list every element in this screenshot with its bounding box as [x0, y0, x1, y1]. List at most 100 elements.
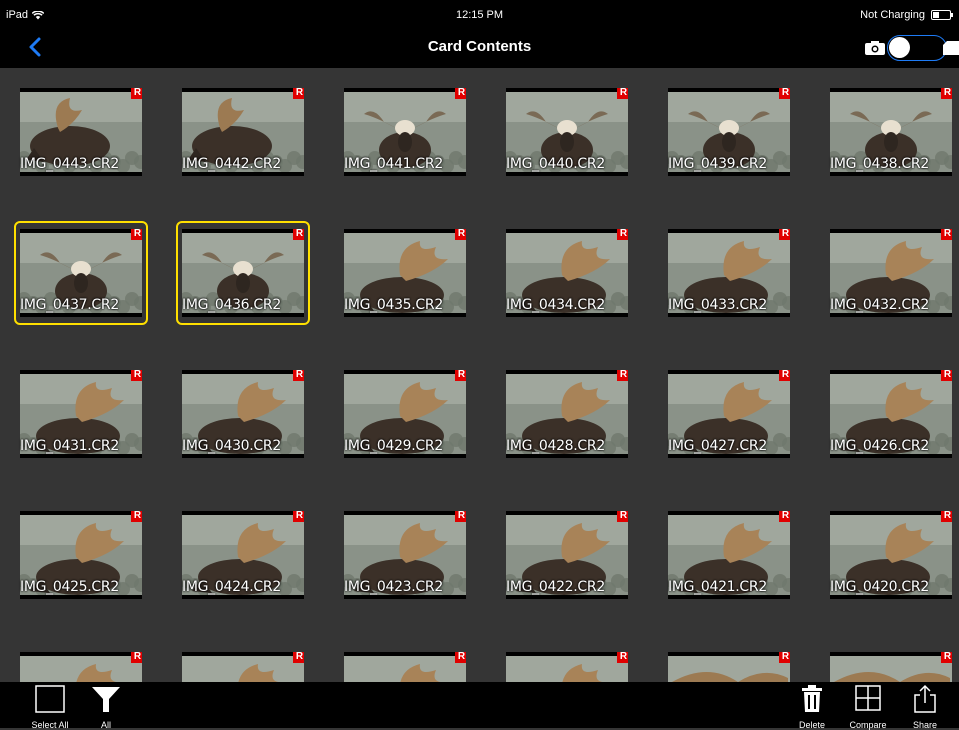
thumbnail-item[interactable]: R IMG_0430.CR2: [178, 364, 308, 464]
share-label: Share: [912, 720, 938, 730]
thumbnail-image: R: [668, 652, 790, 682]
raw-badge: R: [617, 511, 628, 522]
file-name: IMG_0428.CR2: [506, 438, 605, 454]
file-name: IMG_0430.CR2: [182, 438, 281, 454]
file-name: IMG_0442.CR2: [182, 156, 281, 172]
thumbnail-item[interactable]: R: [340, 646, 470, 682]
page-title: Card Contents: [427, 38, 532, 55]
raw-badge: R: [455, 370, 466, 381]
file-name: IMG_0423.CR2: [344, 579, 443, 595]
raw-badge: R: [293, 88, 304, 99]
file-name: IMG_0441.CR2: [344, 156, 443, 172]
thumbnail-item[interactable]: R: [178, 646, 308, 682]
file-name: IMG_0443.CR2: [20, 156, 119, 172]
nav-bar: Card Contents: [0, 28, 959, 68]
thumbnail-item[interactable]: R IMG_0439.CR2: [664, 82, 794, 182]
camera-icon: [865, 41, 885, 55]
trash-icon: [802, 685, 822, 712]
clock: 12:15 PM: [455, 9, 504, 21]
thumbnail-item[interactable]: R IMG_0429.CR2: [340, 364, 470, 464]
thumbnail-item[interactable]: R: [826, 646, 956, 682]
thumbnail-item[interactable]: R IMG_0431.CR2: [16, 364, 146, 464]
filter-label: All: [100, 720, 111, 730]
thumbnail-item[interactable]: R IMG_0425.CR2: [16, 505, 146, 605]
file-name: IMG_0425.CR2: [20, 579, 119, 595]
thumbnail-item[interactable]: R: [664, 646, 794, 682]
raw-badge: R: [617, 370, 628, 381]
delete-button[interactable]: Delete: [792, 684, 832, 730]
thumbnail-item[interactable]: R IMG_0435.CR2: [340, 223, 470, 323]
thumbnail-item[interactable]: R IMG_0424.CR2: [178, 505, 308, 605]
raw-badge: R: [779, 511, 790, 522]
raw-badge: R: [779, 229, 790, 240]
thumbnail-image: R: [506, 652, 628, 682]
raw-badge: R: [941, 229, 952, 240]
thumbnail-item[interactable]: R IMG_0422.CR2: [502, 505, 632, 605]
thumbnail-item[interactable]: R IMG_0427.CR2: [664, 364, 794, 464]
share-button[interactable]: Share: [905, 684, 945, 730]
thumbnail-item[interactable]: R IMG_0432.CR2: [826, 223, 956, 323]
thumbnail-image: R: [182, 652, 304, 682]
file-name: IMG_0431.CR2: [20, 438, 119, 454]
file-name: IMG_0421.CR2: [668, 579, 767, 595]
mode-toggle[interactable]: [887, 35, 947, 61]
thumbnail-item[interactable]: R IMG_0423.CR2: [340, 505, 470, 605]
compare-button[interactable]: Compare: [843, 684, 893, 730]
select-all-label: Select All: [31, 720, 69, 730]
compare-grid-icon: [855, 685, 881, 711]
checkbox-icon: [35, 685, 65, 713]
share-icon: [914, 684, 936, 713]
thumbnail-item[interactable]: R IMG_0436.CR2: [176, 221, 310, 325]
battery-icon: [931, 10, 953, 20]
thumbnail-item[interactable]: R: [502, 646, 632, 682]
bottom-toolbar: Select All All Delete Compare Share: [0, 682, 959, 730]
raw-badge: R: [293, 652, 304, 663]
raw-badge: R: [779, 88, 790, 99]
raw-badge: R: [617, 88, 628, 99]
raw-badge: R: [779, 652, 790, 663]
thumbnail-item[interactable]: R IMG_0441.CR2: [340, 82, 470, 182]
select-all-button[interactable]: Select All: [26, 684, 74, 730]
thumbnail-item[interactable]: R IMG_0428.CR2: [502, 364, 632, 464]
thumbnail-item[interactable]: R IMG_0443.CR2: [16, 82, 146, 182]
raw-badge: R: [779, 370, 790, 381]
filter-button[interactable]: All: [88, 684, 124, 730]
file-name: IMG_0437.CR2: [20, 297, 119, 313]
charging-status: Not Charging: [860, 9, 925, 21]
raw-badge: R: [131, 88, 142, 99]
file-name: IMG_0435.CR2: [344, 297, 443, 313]
status-bar: iPad 12:15 PM Not Charging: [0, 0, 959, 28]
thumbnail-item[interactable]: R IMG_0420.CR2: [826, 505, 956, 605]
raw-badge: R: [941, 370, 952, 381]
delete-label: Delete: [798, 720, 825, 730]
thumbnail-image: R: [344, 652, 466, 682]
thumbnail-item[interactable]: R IMG_0433.CR2: [664, 223, 794, 323]
raw-badge: R: [941, 511, 952, 522]
raw-badge: R: [941, 652, 952, 663]
camera-card-mode-switch[interactable]: [859, 34, 959, 62]
thumbnail-item[interactable]: R: [16, 646, 146, 682]
file-name: IMG_0429.CR2: [344, 438, 443, 454]
thumbnail-item[interactable]: R IMG_0438.CR2: [826, 82, 956, 182]
raw-badge: R: [617, 229, 628, 240]
file-name: IMG_0438.CR2: [830, 156, 929, 172]
thumbnail-grid[interactable]: R IMG_0443.CR2 R IMG_0442.CR2 R IMG_0441.CR2 R…: [0, 68, 959, 682]
thumbnail-image: R: [20, 652, 142, 682]
thumbnail-item[interactable]: R IMG_0434.CR2: [502, 223, 632, 323]
file-name: IMG_0424.CR2: [182, 579, 281, 595]
thumbnail-item[interactable]: R IMG_0440.CR2: [502, 82, 632, 182]
raw-badge: R: [293, 229, 304, 240]
file-name: IMG_0440.CR2: [506, 156, 605, 172]
raw-badge: R: [131, 370, 142, 381]
thumbnail-item[interactable]: R IMG_0442.CR2: [178, 82, 308, 182]
raw-badge: R: [131, 652, 142, 663]
raw-badge: R: [617, 652, 628, 663]
thumbnail-item[interactable]: R IMG_0426.CR2: [826, 364, 956, 464]
raw-badge: R: [131, 511, 142, 522]
raw-badge: R: [455, 511, 466, 522]
thumbnail-item[interactable]: R IMG_0421.CR2: [664, 505, 794, 605]
file-name: IMG_0433.CR2: [668, 297, 767, 313]
file-name: IMG_0426.CR2: [830, 438, 929, 454]
file-name: IMG_0422.CR2: [506, 579, 605, 595]
thumbnail-item[interactable]: R IMG_0437.CR2: [14, 221, 148, 325]
